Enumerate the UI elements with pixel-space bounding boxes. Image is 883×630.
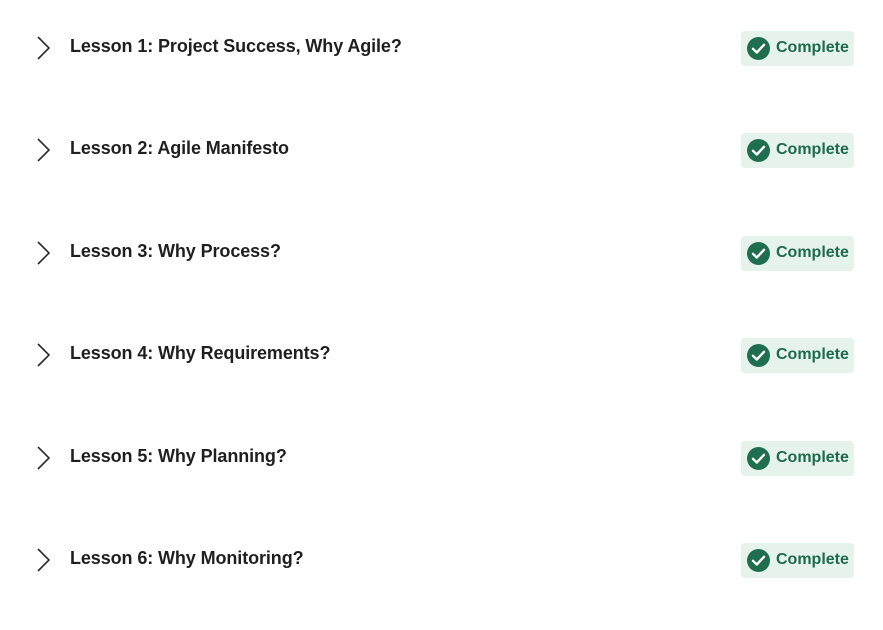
status-label: Complete [776,141,849,158]
status-badge: Complete [741,133,854,168]
chevron-right-icon[interactable] [33,135,53,165]
chevron-right-icon[interactable] [33,443,53,473]
check-circle-icon [747,549,770,572]
lesson-row-1[interactable]: Lesson 1: Project Success, Why Agile? Co… [0,23,883,83]
check-circle-icon [747,344,770,367]
check-circle-icon [747,139,770,162]
lesson-row-3[interactable]: Lesson 3: Why Process? Complete [0,228,883,288]
chevron-right-icon[interactable] [33,33,53,63]
check-circle-icon [747,37,770,60]
status-badge: Complete [741,31,854,66]
status-label: Complete [776,449,849,466]
status-badge: Complete [741,543,854,578]
check-circle-icon [747,447,770,470]
lesson-row-4[interactable]: Lesson 4: Why Requirements? Complete [0,330,883,390]
status-label: Complete [776,346,849,363]
status-label: Complete [776,244,849,261]
chevron-right-icon[interactable] [33,545,53,575]
chevron-right-icon[interactable] [33,340,53,370]
lesson-title[interactable]: Lesson 4: Why Requirements? [70,343,330,364]
lesson-title[interactable]: Lesson 5: Why Planning? [70,446,287,467]
lesson-row-5[interactable]: Lesson 5: Why Planning? Complete [0,433,883,493]
lesson-row-2[interactable]: Lesson 2: Agile Manifesto Complete [0,125,883,185]
status-badge: Complete [741,441,854,476]
status-label: Complete [776,39,849,56]
lesson-row-6[interactable]: Lesson 6: Why Monitoring? Complete [0,535,883,595]
lesson-title[interactable]: Lesson 6: Why Monitoring? [70,548,304,569]
lesson-title[interactable]: Lesson 3: Why Process? [70,241,281,262]
status-label: Complete [776,551,849,568]
check-circle-icon [747,242,770,265]
lesson-title[interactable]: Lesson 1: Project Success, Why Agile? [70,36,402,57]
chevron-right-icon[interactable] [33,238,53,268]
status-badge: Complete [741,338,854,373]
status-badge: Complete [741,236,854,271]
lesson-title[interactable]: Lesson 2: Agile Manifesto [70,138,289,159]
